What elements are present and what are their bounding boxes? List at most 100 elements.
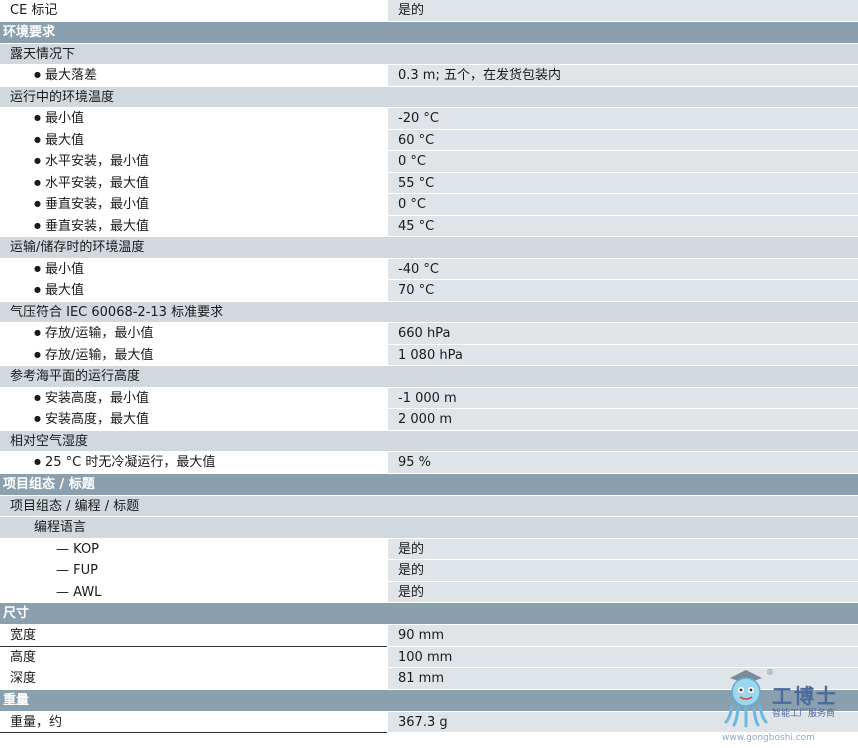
spec-value-cell: 是的 [388, 560, 858, 581]
spec-label: 水平安装，最大值 [34, 175, 149, 193]
spec-label: 安装高度，最小值 [34, 390, 149, 408]
watermark-url: www.gongboshi.com [722, 733, 815, 743]
spec-label: 存放/运输，最小值 [34, 325, 153, 343]
spec-row: 90 mm 宽度 [0, 625, 858, 647]
spec-row: -20 °C 最小值 [0, 108, 858, 130]
section-header: 环境要求 [0, 21, 858, 44]
spec-value-cell: -1 000 m [388, 387, 858, 408]
spec-label: 重量，约 [10, 714, 63, 730]
spec-value-cell: 是的 [388, 581, 858, 602]
spec-row: 0.3 m; 五个，在发货包装内 最大落差 [0, 65, 858, 87]
group-header: 运行中的环境温度 [0, 86, 858, 108]
group-header: 露天情况下 [0, 43, 858, 65]
spec-label-cell [0, 646, 387, 667]
spec-value-cell: 70 °C [388, 280, 858, 301]
spec-row: 660 hPa 存放/运输，最小值 [0, 323, 858, 345]
spec-value: 是的 [398, 584, 425, 600]
spec-value-cell: 90 mm [388, 625, 858, 646]
group-title: 运行中的环境温度 [10, 89, 115, 105]
section-title: 尺寸 [3, 606, 30, 621]
spec-row: 0 °C 水平安装，最小值 [0, 151, 858, 173]
spec-value-cell: 0.3 m; 五个，在发货包装内 [388, 65, 858, 86]
spec-row: 2 000 m 安装高度，最大值 [0, 409, 858, 431]
group-header: 编程语言 [0, 517, 858, 539]
spec-value-cell: 2 000 m [388, 409, 858, 430]
spec-value: 81 mm [398, 671, 445, 686]
spec-label: 最小值 [34, 261, 84, 279]
spec-label: 水平安装，最小值 [34, 153, 149, 171]
spec-value-cell: 0 °C [388, 151, 858, 172]
mascot-icon [724, 670, 768, 728]
spec-row: 45 °C 垂直安装，最大值 [0, 215, 858, 237]
group-title: 编程语言 [34, 520, 87, 535]
spec-label: 最大落差 [34, 67, 97, 85]
spec-value: 660 hPa [398, 326, 451, 341]
spec-value: 367.3 g [398, 714, 448, 730]
group-title: 项目组态 / 编程 / 标题 [10, 498, 140, 514]
group-title: 气压符合 IEC 60068-2-13 标准要求 [10, 304, 224, 320]
spec-value-cell: 是的 [388, 538, 858, 559]
spec-value: 70 °C [398, 283, 435, 298]
spec-value: 是的 [398, 541, 425, 557]
group-header: 运输/储存时的环境温度 [0, 237, 858, 259]
section-title: 项目组态 / 标题 [3, 476, 95, 492]
spec-label: 高度 [10, 649, 37, 665]
spec-value-cell: -40 °C [388, 258, 858, 279]
spec-value: 1 080 hPa [398, 347, 463, 363]
spec-label: — KOP [56, 541, 100, 557]
group-header: 相对空气湿度 [0, 430, 858, 452]
spec-label: 存放/运输，最大值 [34, 347, 153, 365]
spec-row: 是的 — KOP [0, 538, 858, 560]
spec-label: — FUP [56, 563, 98, 578]
spec-label: 垂直安装，最大值 [34, 218, 149, 236]
group-header: 参考海平面的运行高度 [0, 366, 858, 388]
spec-value: 60 °C [398, 132, 435, 148]
section-header: 项目组态 / 标题 [0, 473, 858, 496]
spec-row: 60 °C 最大值 [0, 129, 858, 151]
spec-value: 90 mm [398, 628, 445, 643]
spec-row: 1 080 hPa 存放/运输，最大值 [0, 344, 858, 366]
spec-value: 45 °C [398, 218, 435, 234]
watermark-tagline: 智能工厂服务商 [772, 709, 836, 719]
spec-row: -1 000 m 安装高度，最小值 [0, 387, 858, 409]
spec-value: 95 % [398, 455, 432, 470]
section-header: 尺寸 [0, 603, 858, 625]
spec-value: 55 °C [398, 175, 435, 191]
spec-label: 最大值 [34, 132, 84, 150]
spec-label-cell [0, 668, 387, 689]
spec-label: 垂直安装，最小值 [34, 196, 149, 214]
group-header: 气压符合 IEC 60068-2-13 标准要求 [0, 301, 858, 323]
registered-mark: ® [766, 668, 774, 677]
spec-value-cell: -20 °C [388, 108, 858, 129]
spec-row: 是的 — FUP [0, 560, 858, 582]
group-title: 露天情况下 [10, 46, 76, 62]
spec-value: 0.3 m; 五个，在发货包装内 [398, 68, 561, 83]
spec-label-cell [0, 625, 387, 647]
spec-value: 是的 [398, 563, 425, 578]
group-title: 相对空气湿度 [10, 433, 89, 449]
spec-value-cell: 0 °C [388, 194, 858, 215]
spec-label-cell [0, 0, 387, 21]
spec-value-cell: 55 °C [388, 172, 858, 193]
spec-label: 安装高度，最大值 [34, 411, 149, 429]
spec-label: 深度 [10, 671, 37, 686]
spec-value-cell: 95 % [388, 452, 858, 473]
section-title: 环境要求 [3, 24, 56, 40]
spec-row: 95 % 25 °C 时无冷凝运行，最大值 [0, 452, 858, 474]
spec-value: 0 °C [398, 154, 426, 169]
section-title: 重量 [3, 692, 30, 708]
spec-value: -20 °C [398, 111, 439, 126]
spec-table: 是的 CE 标记环境要求露天情况下 0.3 m; 五个，在发货包装内 最大落差运行中的… [0, 0, 858, 733]
spec-value: -1 000 m [398, 390, 457, 406]
group-title: 运输/储存时的环境温度 [10, 240, 145, 255]
spec-value-cell: 660 hPa [388, 323, 858, 344]
spec-value: 是的 [398, 3, 425, 18]
watermark-brand: 工博士 [772, 684, 838, 708]
spec-value: -40 °C [398, 261, 439, 277]
spec-value-cell: 100 mm [388, 646, 858, 667]
group-title: 参考海平面的运行高度 [10, 369, 141, 384]
spec-value: 0 °C [398, 197, 426, 212]
spec-label: 最大值 [34, 282, 84, 300]
spec-label: 最小值 [34, 110, 84, 128]
spec-value: 100 mm [398, 649, 453, 665]
